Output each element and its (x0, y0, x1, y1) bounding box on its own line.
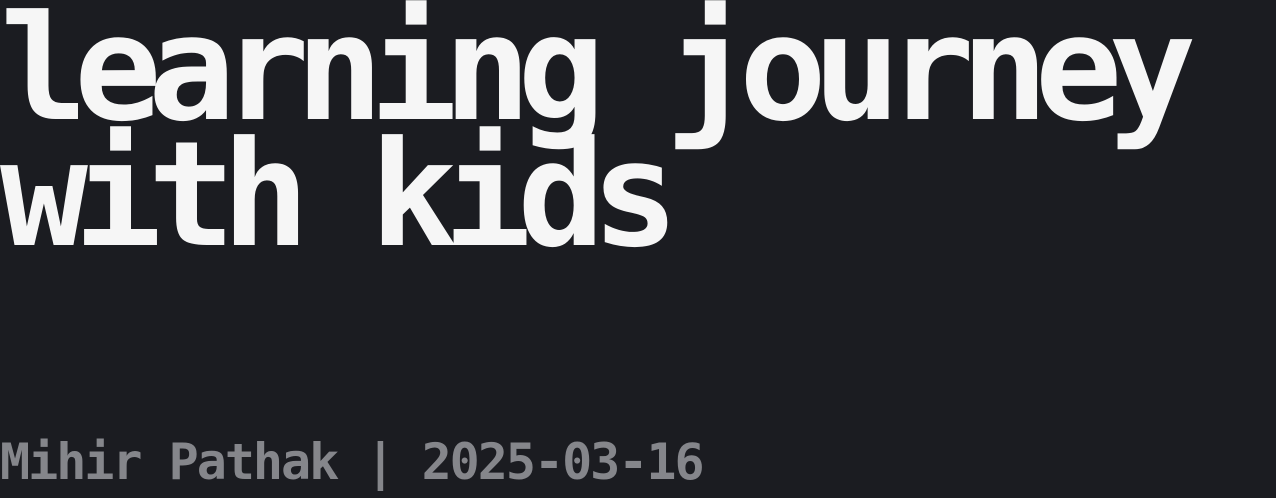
post-title: learning journey with kids (0, 0, 1276, 268)
post-author: Mihir Pathak (0, 433, 339, 491)
post-meta: Mihir Pathak | 2025-03-16 (0, 432, 705, 492)
post-header: learning journey with kids Mihir Pathak … (0, 0, 1276, 498)
post-date: 2025-03-16 (421, 433, 705, 491)
meta-separator: | (365, 433, 395, 491)
